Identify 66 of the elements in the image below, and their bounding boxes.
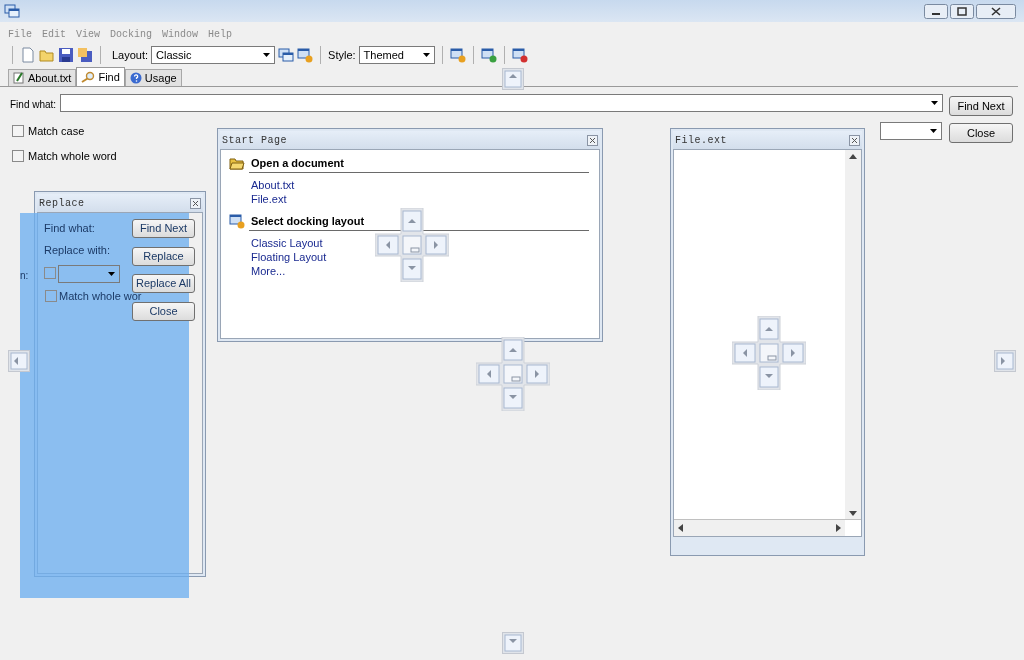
button[interactable]: Close (949, 123, 1013, 143)
style-label: Style: (328, 47, 356, 63)
open-folder-icon (229, 156, 245, 170)
close-icon[interactable] (976, 3, 1016, 19)
dropdown-arrow-icon (931, 101, 938, 105)
field-label: n: (20, 269, 29, 283)
close-icon[interactable] (190, 197, 201, 209)
dropdown[interactable] (58, 265, 120, 283)
button[interactable]: Find Next (132, 219, 195, 238)
close-icon[interactable] (849, 134, 860, 146)
window-icon[interactable] (511, 47, 528, 63)
close-icon[interactable] (587, 134, 598, 146)
window-title: Start Page (222, 133, 287, 148)
dock-guide-icon[interactable] (502, 68, 524, 90)
checkbox[interactable] (12, 149, 24, 162)
scroll-right-icon[interactable] (836, 524, 841, 532)
link[interactable]: File.ext (251, 192, 287, 206)
maximize-icon[interactable] (950, 3, 974, 19)
dock-guide-icon[interactable] (8, 350, 30, 372)
window-icon[interactable] (449, 47, 466, 63)
dock-compass-drawing[interactable] (476, 337, 550, 411)
magnifier-icon (81, 71, 96, 83)
dock-guide-icon[interactable] (994, 350, 1016, 372)
dropdown-arrow-icon (930, 129, 937, 133)
link[interactable]: More... (251, 264, 286, 278)
checkbox-label: Match whole word (28, 148, 117, 164)
pencil-document-icon (13, 72, 25, 84)
link[interactable]: Classic Layout (251, 236, 323, 250)
field-label: Replace with: (44, 243, 111, 258)
checkbox-label: Match case (28, 124, 85, 139)
find-field[interactable] (60, 94, 943, 112)
tab[interactable]: About.txt (8, 69, 77, 87)
checkbox[interactable] (44, 267, 56, 279)
scroll-left-icon[interactable] (678, 524, 683, 532)
window-icon[interactable] (480, 47, 497, 63)
dock-guide-icon[interactable] (502, 632, 524, 654)
scroll-down-icon[interactable] (849, 511, 857, 516)
field-label: Find what: (44, 221, 95, 236)
new-file-icon[interactable] (20, 47, 36, 63)
field-label: Find what: (10, 98, 57, 112)
link[interactable]: Floating Layout (251, 250, 327, 264)
horizontal-scrollbar[interactable] (674, 520, 845, 536)
window-title: File.ext (675, 133, 727, 148)
section-heading: Select docking layout (251, 213, 365, 229)
minimize-icon[interactable] (924, 3, 948, 19)
save-icon[interactable] (58, 47, 74, 63)
vertical-scrollbar[interactable] (845, 150, 861, 520)
dropdown-arrow-icon (263, 53, 271, 57)
dropdown[interactable] (880, 122, 942, 140)
tab[interactable]: Find (76, 67, 125, 87)
section-heading: Open a document (251, 155, 344, 171)
layout-label: Layout: (112, 47, 149, 63)
tab[interactable]: Usage (124, 69, 182, 87)
button[interactable]: Replace All (132, 274, 195, 293)
scroll-up-icon[interactable] (849, 154, 857, 159)
checkbox[interactable] (12, 125, 24, 138)
style-dropdown[interactable]: Themed (358, 46, 435, 64)
app-icon (4, 3, 20, 19)
dropdown-arrow-icon (422, 53, 430, 57)
button[interactable]: Find Next (949, 96, 1013, 116)
link[interactable]: About.txt (251, 178, 295, 192)
help-icon (129, 72, 142, 84)
checkbox[interactable] (45, 290, 57, 303)
window-title: Replace (39, 196, 85, 211)
dropdown-arrow-icon (108, 272, 115, 276)
layout-dropdown[interactable]: Classic (151, 46, 276, 64)
